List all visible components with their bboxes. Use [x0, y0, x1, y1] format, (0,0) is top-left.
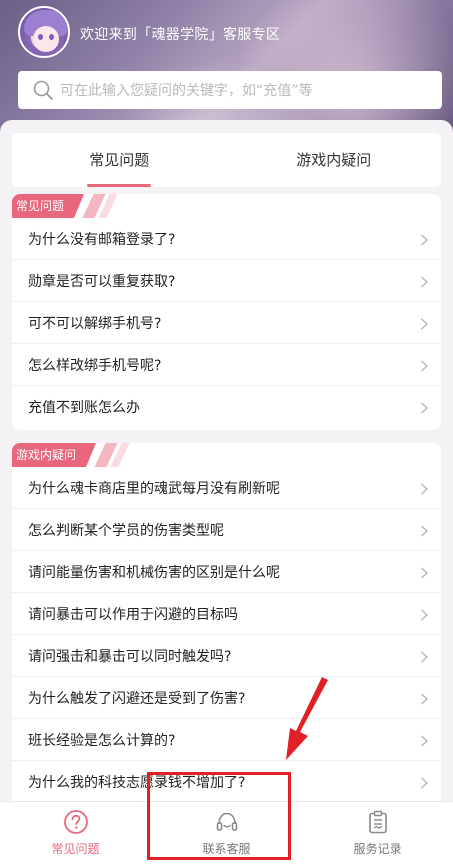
chevron-right-icon	[417, 523, 431, 537]
question-text: 请问能量伤害和机械伤害的区别是什么呢	[28, 564, 280, 581]
tab-ingame-questions[interactable]: 游戏内疑问	[227, 133, 442, 187]
search-input[interactable]: 可在此输入您疑问的关键字，如“充值”等	[18, 71, 442, 109]
nav-contact-support[interactable]: 联系客服	[151, 802, 302, 865]
nav-service-records-label: 服务记录	[353, 842, 402, 856]
nav-faq[interactable]: 常见问题	[0, 802, 151, 865]
chevron-right-icon	[417, 607, 431, 621]
question-row[interactable]: 请问强击和暴击可以同时触发吗?	[12, 635, 441, 677]
question-row[interactable]: 怎么样改绑手机号呢?	[12, 344, 441, 386]
tab-common-questions[interactable]: 常见问题	[12, 133, 227, 187]
section-tag: 游戏内疑问	[12, 443, 441, 467]
chevron-right-icon	[417, 649, 431, 663]
chevron-right-icon	[417, 232, 431, 246]
avatar[interactable]	[18, 6, 70, 58]
bottom-nav: 常见问题 联系客服 服务记录	[0, 801, 453, 865]
question-row[interactable]: 充值不到账怎么办	[12, 386, 441, 428]
chevron-right-icon	[417, 565, 431, 579]
question-row[interactable]: 为什么我的科技志愿录钱不增加了?	[12, 761, 441, 802]
question-row[interactable]: 为什么魂卡商店里的魂武每月没有刷新呢	[12, 467, 441, 509]
question-row[interactable]: 为什么没有邮箱登录了?	[12, 218, 441, 260]
common-questions-card: 常见问题 为什么没有邮箱登录了? 勋章是否可以重复获取? 可不可以解绑手机号? 怎么样…	[12, 194, 441, 430]
question-row[interactable]: 为什么触发了闪避还是受到了伤害?	[12, 677, 441, 719]
chevron-right-icon	[417, 274, 431, 288]
question-text: 请问强击和暴击可以同时触发吗?	[28, 648, 232, 665]
question-row[interactable]: 请问能量伤害和机械伤害的区别是什么呢	[12, 551, 441, 593]
question-circle-icon	[63, 809, 89, 835]
question-text: 怎么样改绑手机号呢?	[28, 357, 162, 374]
question-row[interactable]: 勋章是否可以重复获取?	[12, 260, 441, 302]
section-tag: 常见问题	[12, 194, 441, 218]
question-text: 充值不到账怎么办	[28, 400, 140, 416]
section-tag-label: 游戏内疑问	[12, 443, 97, 467]
question-text: 勋章是否可以重复获取?	[28, 273, 176, 290]
faq-panel: 常见问题 游戏内疑问 常见问题 为什么没有邮箱登录了? 勋章是否可以重复获取? 可不…	[0, 120, 453, 802]
nav-contact-support-label: 联系客服	[202, 842, 251, 856]
header-banner: 欢迎来到「魂器学院」客服专区 可在此输入您疑问的关键字，如“充值”等	[0, 0, 453, 135]
question-text: 为什么触发了闪避还是受到了伤害?	[28, 690, 246, 707]
question-row[interactable]: 可不可以解绑手机号?	[12, 302, 441, 344]
nav-service-records[interactable]: 服务记录	[302, 802, 453, 865]
question-row[interactable]: 怎么判断某个学员的伤害类型呢	[12, 509, 441, 551]
question-text: 请问暴击可以作用于闪避的目标吗	[28, 606, 238, 623]
chevron-right-icon	[417, 691, 431, 705]
nav-faq-label: 常见问题	[51, 842, 100, 856]
welcome-title: 欢迎来到「魂器学院」客服专区	[80, 27, 281, 43]
question-text: 为什么没有邮箱登录了?	[28, 231, 176, 248]
ingame-questions-card: 游戏内疑问 为什么魂卡商店里的魂武每月没有刷新呢 怎么判断某个学员的伤害类型呢 请问…	[12, 443, 441, 802]
question-row[interactable]: 班长经验是怎么计算的?	[12, 719, 441, 761]
chevron-right-icon	[417, 400, 431, 414]
question-text: 为什么魂卡商店里的魂武每月没有刷新呢	[28, 480, 280, 497]
headset-icon	[214, 809, 240, 835]
question-text: 为什么我的科技志愿录钱不增加了?	[28, 775, 246, 791]
chevron-right-icon	[417, 733, 431, 747]
question-text: 班长经验是怎么计算的?	[28, 732, 176, 749]
question-text: 可不可以解绑手机号?	[28, 315, 162, 332]
chevron-right-icon	[417, 358, 431, 372]
section-tag-label: 常见问题	[12, 194, 85, 218]
chevron-right-icon	[417, 316, 431, 330]
clipboard-icon	[365, 809, 391, 835]
chevron-right-icon	[417, 481, 431, 495]
question-row[interactable]: 请问暴击可以作用于闪避的目标吗	[12, 593, 441, 635]
chevron-right-icon	[417, 775, 431, 789]
tab-bar: 常见问题 游戏内疑问	[12, 133, 441, 187]
search-placeholder: 可在此输入您疑问的关键字，如“充值”等	[60, 83, 313, 99]
search-icon	[32, 79, 54, 101]
question-text: 怎么判断某个学员的伤害类型呢	[28, 522, 224, 539]
